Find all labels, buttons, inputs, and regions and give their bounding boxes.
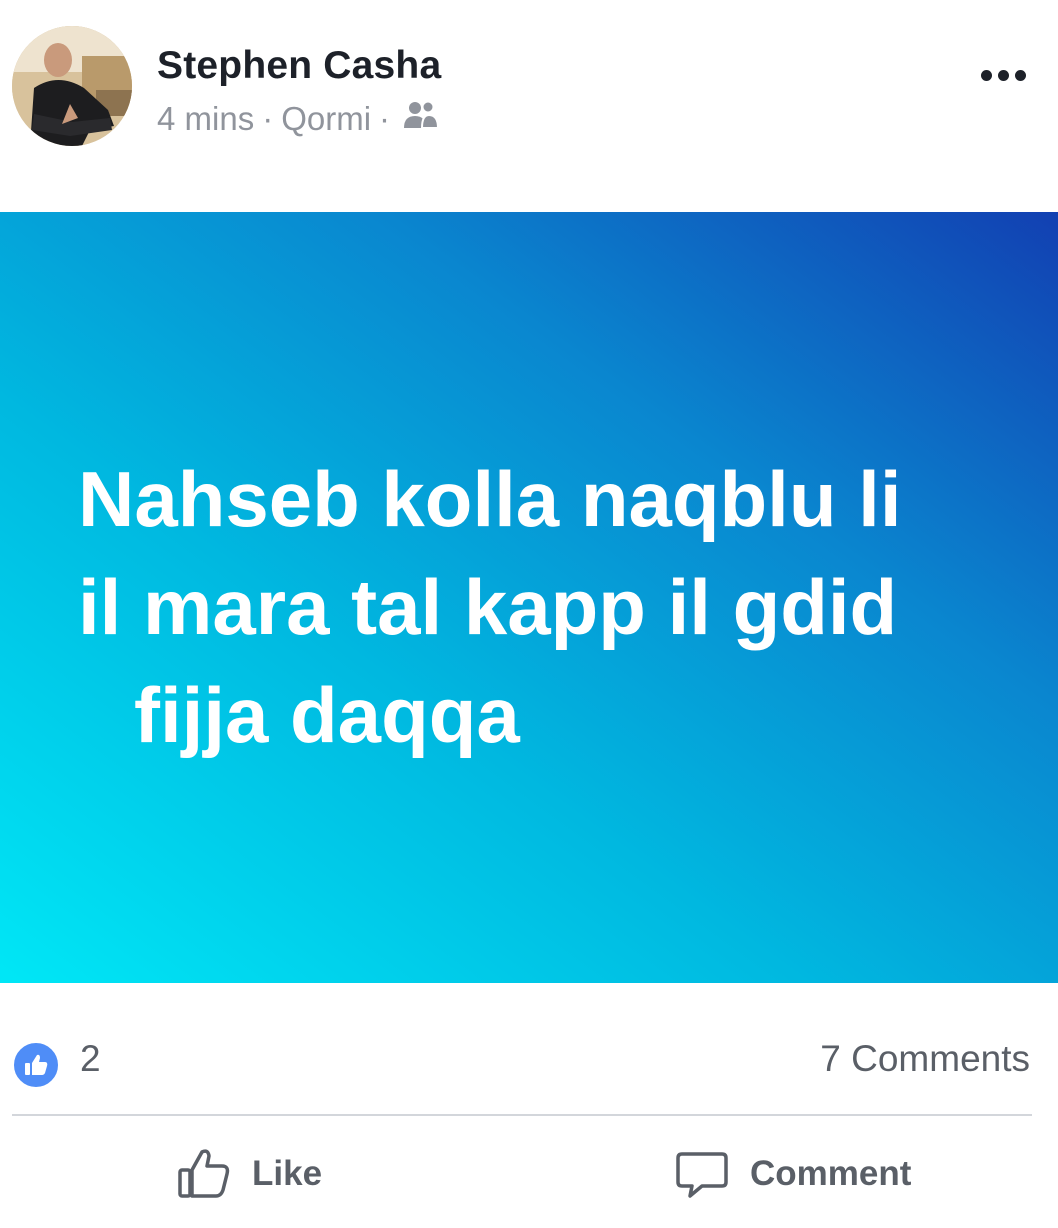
post-meta: 4 mins · Qormi · xyxy=(157,96,440,142)
post-time[interactable]: 4 mins xyxy=(157,100,254,138)
action-bar: Like Comment xyxy=(0,1116,1058,1228)
post-header: Stephen Casha 4 mins · Qormi · xyxy=(0,0,1058,212)
post-text-line: Nahseb kolla naqblu li xyxy=(78,455,902,543)
friends-icon[interactable] xyxy=(402,100,440,138)
comment-icon xyxy=(676,1152,728,1198)
post-location[interactable]: Qormi xyxy=(281,100,371,138)
post-text-line: fijja daqqa xyxy=(134,671,520,759)
reactions-summary: 2 7 Comments xyxy=(0,983,1058,1115)
author-avatar[interactable] xyxy=(12,26,132,146)
meta-separator: · xyxy=(379,100,391,137)
avatar-photo xyxy=(12,26,132,146)
thumbs-up-icon xyxy=(178,1149,230,1198)
post-text-line: il mara tal kapp il gdid xyxy=(78,563,898,651)
like-button[interactable]: Like xyxy=(176,1144,322,1204)
like-button-label: Like xyxy=(252,1154,323,1193)
post-text: Nahseb kolla naqblu li il mara tal kapp … xyxy=(78,445,1038,769)
comments-count[interactable]: 7 Comments xyxy=(820,1035,1030,1083)
meta-separator: · xyxy=(262,100,274,137)
like-badge-icon[interactable] xyxy=(12,1041,60,1089)
comment-button[interactable]: Comment xyxy=(674,1144,911,1204)
status-background-card: Nahseb kolla naqblu li il mara tal kapp … xyxy=(0,212,1058,983)
comment-button-label: Comment xyxy=(750,1154,912,1193)
more-options-icon[interactable] xyxy=(968,55,1038,95)
author-name[interactable]: Stephen Casha xyxy=(157,40,441,92)
like-count[interactable]: 2 xyxy=(80,1035,101,1083)
